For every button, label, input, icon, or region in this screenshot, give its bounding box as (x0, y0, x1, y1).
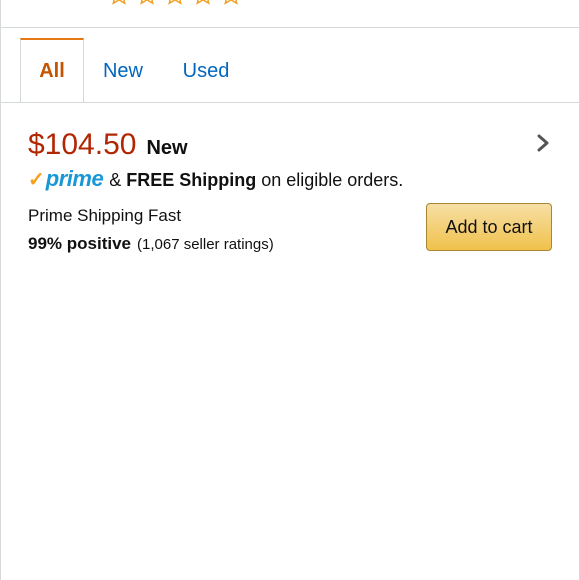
offer-price: $104.50 (28, 128, 137, 161)
tab-used[interactable]: Used (176, 40, 236, 102)
star-icon (196, 0, 210, 5)
tab-label: Used (182, 59, 230, 82)
seller-name[interactable]: Prime Shipping Fast (28, 206, 181, 226)
free-shipping-label: FREE Shipping (126, 170, 257, 190)
offer-header: $104.50 New (28, 128, 188, 162)
tab-all[interactable]: All (20, 38, 84, 103)
star-icon (168, 0, 182, 5)
prime-logo: ✓ prime (28, 166, 104, 192)
add-to-cart-label: Add to cart (445, 216, 533, 237)
page-border-left (0, 0, 1, 580)
star-icon (224, 0, 238, 5)
seller-positive: 99% positive (28, 234, 131, 253)
offer-condition: New (146, 137, 188, 159)
shipping-ampersand: & (109, 170, 122, 190)
tab-new[interactable]: New (98, 40, 148, 102)
shipping-info: ✓ prime & FREE Shipping on eligible orde… (28, 166, 403, 192)
star-icon (112, 0, 126, 5)
tab-label: New (102, 59, 143, 82)
star-rating[interactable] (108, 0, 242, 6)
seller-rating: 99% positive (1,067 seller ratings) (28, 234, 274, 254)
tabs-divider (0, 102, 580, 103)
prime-check-icon: ✓ (28, 169, 45, 191)
divider (0, 27, 580, 28)
add-to-cart-button[interactable]: Add to cart (426, 203, 552, 251)
shipping-suffix: on eligible orders. (261, 170, 404, 190)
tab-label: All (39, 60, 65, 82)
chevron-right-icon[interactable] (534, 134, 552, 152)
prime-label: prime (45, 166, 104, 191)
star-icon (140, 0, 154, 5)
seller-ratings-count: (1,067 seller ratings) (137, 236, 274, 253)
